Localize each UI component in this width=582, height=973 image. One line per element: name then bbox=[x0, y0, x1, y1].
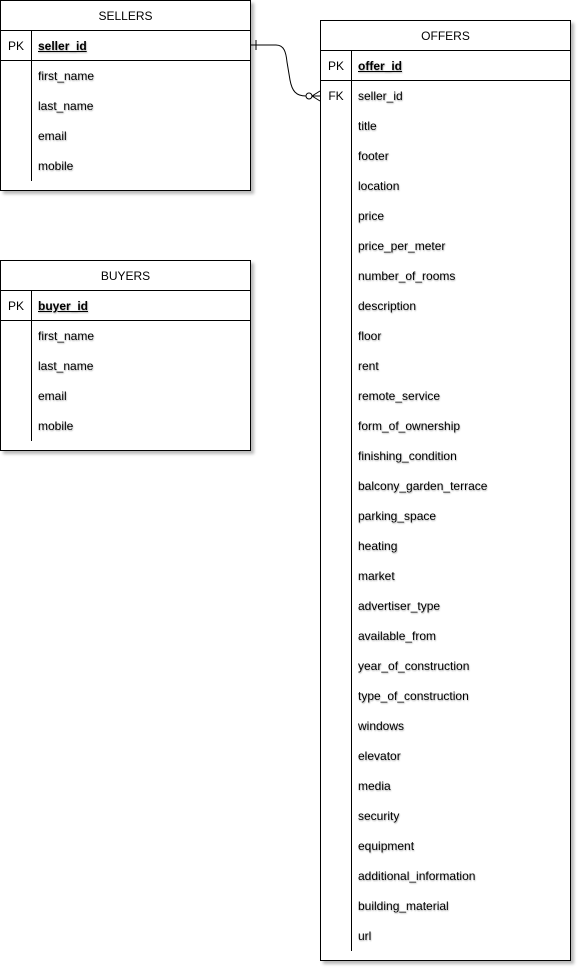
relationship-connector bbox=[251, 40, 321, 102]
many-marker-lower bbox=[311, 95, 321, 102]
many-marker-upper bbox=[311, 90, 321, 97]
relationship-line bbox=[251, 44, 320, 97]
zero-marker bbox=[305, 92, 313, 100]
